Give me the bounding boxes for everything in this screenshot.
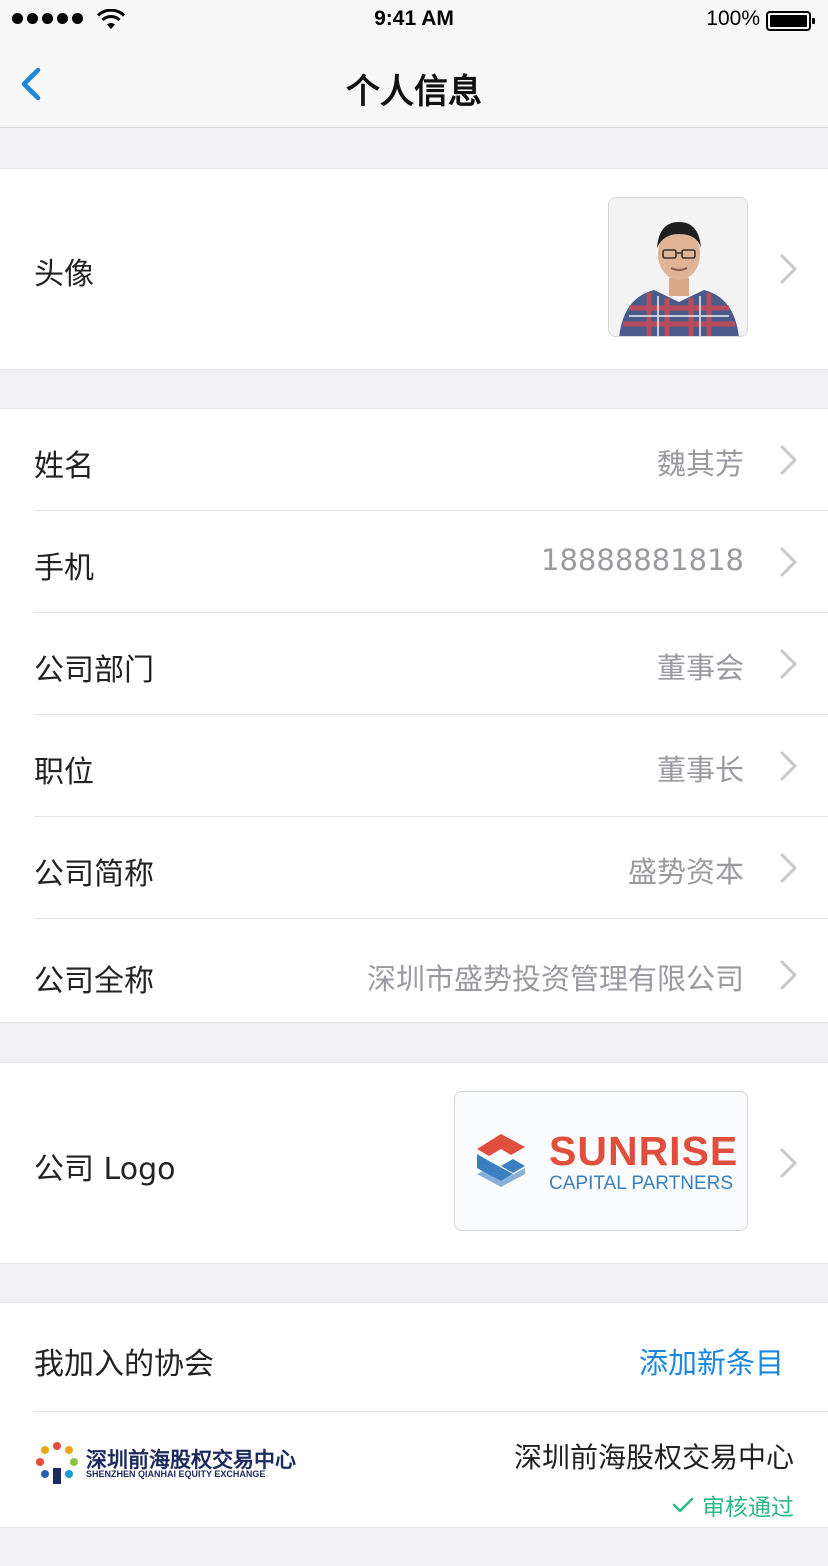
chevron-right-icon	[780, 853, 797, 883]
associations-section: 我加入的协会 添加新条目 深圳前海股权交易中心 SHENZHEN QIANHAI…	[0, 1302, 828, 1528]
chevron-right-icon	[780, 1148, 797, 1178]
logo-subtitle: CAPITAL PARTNERS	[549, 1173, 734, 1194]
associations-title: 我加入的协会	[34, 1347, 214, 1382]
association-logo-english: SHENZHEN QIANHAI EQUITY EXCHANGE	[86, 1469, 266, 1479]
avatar-image	[609, 198, 747, 336]
add-association-button[interactable]: 添加新条目	[639, 1340, 784, 1382]
position-row[interactable]: 职位 董事长	[0, 715, 828, 816]
name-label: 姓名	[34, 449, 94, 484]
company-full-name-value: 深圳市盛势投资管理有限公司	[366, 962, 744, 996]
company-short-name-label: 公司简称	[34, 857, 154, 892]
avatar-label: 头像	[34, 257, 94, 292]
chevron-right-icon	[780, 445, 797, 475]
chevron-right-icon	[780, 649, 797, 679]
status-badge: 审核通过	[672, 1488, 794, 1522]
department-label: 公司部门	[34, 653, 154, 688]
profile-info-section: 姓名 魏其芳 手机 18888881818 公司部门 董事会 职位 董事长 公司…	[0, 408, 828, 1023]
position-label: 职位	[34, 755, 94, 790]
association-item[interactable]: 深圳前海股权交易中心 SHENZHEN QIANHAI EQUITY EXCHA…	[0, 1412, 828, 1527]
company-short-name-row[interactable]: 公司简称 盛势资本	[0, 817, 828, 918]
associations-header: 我加入的协会 添加新条目	[0, 1303, 828, 1411]
association-logo-mark	[36, 1442, 78, 1484]
department-value: 董事会	[656, 651, 744, 685]
logo-wordmark: SUNRISE	[549, 1128, 739, 1174]
battery-icon	[766, 11, 815, 31]
chevron-right-icon	[780, 254, 797, 284]
chevron-right-icon	[780, 960, 797, 990]
phone-label: 手机	[34, 551, 94, 586]
avatar-row[interactable]: 头像	[0, 169, 828, 369]
status-time: 9:41 AM	[374, 7, 454, 30]
sunrise-logo-mark	[477, 1134, 525, 1187]
avatar[interactable]	[608, 197, 748, 337]
chevron-right-icon	[780, 547, 797, 577]
chevron-right-icon	[780, 751, 797, 781]
name-row[interactable]: 姓名 魏其芳	[0, 409, 828, 510]
company-logo-section: 公司 Logo SUNRISE CAPITAL PARTNERS	[0, 1062, 828, 1264]
company-short-name-value: 盛势资本	[627, 855, 744, 889]
phone-value: 18888881818	[541, 543, 744, 577]
status-bar: 9:41 AM 100%	[0, 0, 828, 40]
nav-bar: 个人信息	[0, 40, 828, 128]
avatar-section: 头像	[0, 168, 828, 370]
association-status-text: 审核通过	[702, 1495, 794, 1521]
company-logo-label: 公司 Logo	[34, 1152, 176, 1187]
association-logo: 深圳前海股权交易中心 SHENZHEN QIANHAI EQUITY EXCHA…	[34, 1438, 296, 1488]
company-full-name-row[interactable]: 公司全称 深圳市盛势投资管理有限公司	[0, 919, 828, 1022]
association-name: 深圳前海股权交易中心	[513, 1441, 794, 1474]
checkmark-icon	[672, 1497, 694, 1513]
department-row[interactable]: 公司部门 董事会	[0, 613, 828, 714]
page-title: 个人信息	[346, 72, 482, 112]
company-full-name-label: 公司全称	[34, 964, 154, 999]
name-value: 魏其芳	[656, 447, 744, 481]
phone-row[interactable]: 手机 18888881818	[0, 511, 828, 612]
position-value: 董事长	[656, 753, 744, 787]
company-logo-image[interactable]: SUNRISE CAPITAL PARTNERS	[454, 1091, 748, 1231]
company-logo-row[interactable]: 公司 Logo SUNRISE CAPITAL PARTNERS	[0, 1063, 828, 1263]
battery-percent: 100%	[706, 7, 760, 30]
